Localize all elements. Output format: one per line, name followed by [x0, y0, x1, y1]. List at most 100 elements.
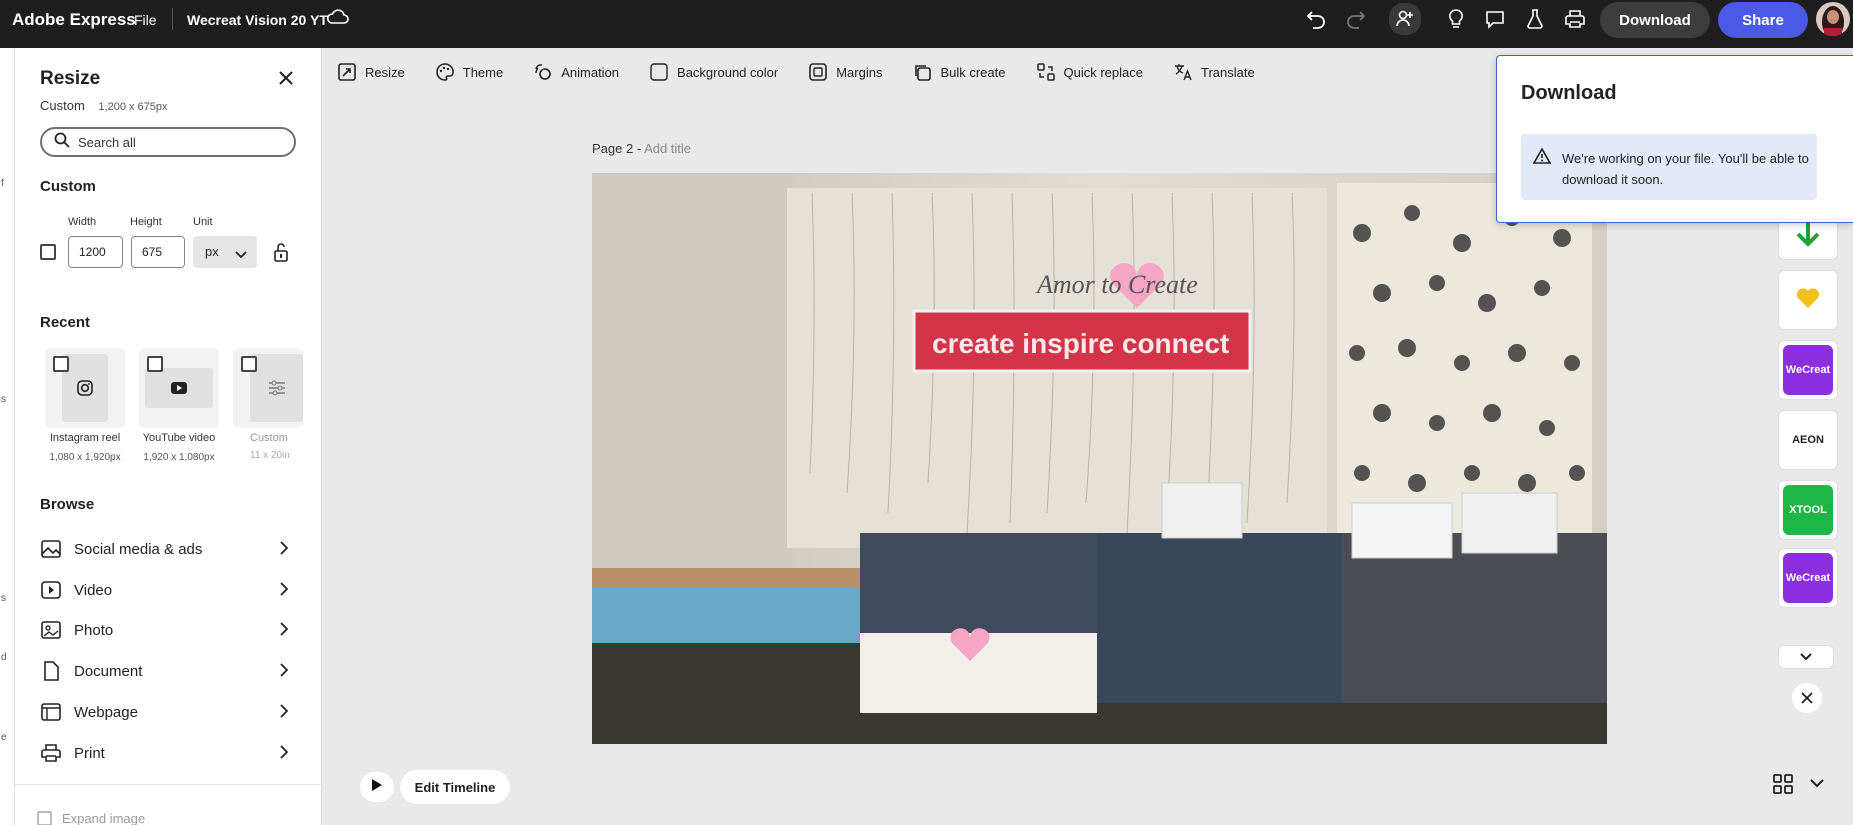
- expand-checkbox[interactable]: [37, 811, 52, 825]
- cloud-icon[interactable]: [326, 7, 352, 31]
- play-button[interactable]: [360, 772, 394, 802]
- brand-strip-collapse[interactable]: [1778, 645, 1834, 669]
- chevron-right-icon: [280, 704, 289, 722]
- expand-image-option[interactable]: Expand image: [37, 811, 145, 825]
- search-input[interactable]: Search all: [40, 127, 296, 157]
- logo-text: Amor to Create: [1035, 270, 1198, 299]
- grid-icon[interactable]: [1772, 773, 1796, 797]
- tool-quick-replace[interactable]: Quick replace: [1036, 62, 1143, 82]
- canvas-image[interactable]: Amor to Create create inspire connect: [592, 173, 1607, 744]
- tool-label: Animation: [561, 64, 620, 80]
- tool-label: Theme: [462, 64, 504, 80]
- tool-translate[interactable]: Translate: [1173, 62, 1255, 82]
- brand-tile-xtool[interactable]: XTOOL: [1778, 480, 1838, 540]
- lock-icon[interactable]: [273, 242, 289, 262]
- lightbulb-icon[interactable]: [1442, 6, 1470, 32]
- comment-icon[interactable]: [1481, 6, 1509, 32]
- tool-background-color[interactable]: Background color: [649, 62, 778, 82]
- panel-title: Resize: [40, 68, 101, 89]
- tool-margins[interactable]: Margins: [808, 62, 882, 82]
- divider: [172, 8, 173, 30]
- browse-item-print[interactable]: Print: [40, 736, 296, 770]
- browse-item-video[interactable]: Video: [40, 573, 296, 607]
- brand-tile-wecreat-2[interactable]: WeCreat: [1778, 548, 1838, 608]
- play-icon: [371, 778, 383, 797]
- edit-timeline-button[interactable]: Edit Timeline: [400, 770, 510, 804]
- share-button[interactable]: Share: [1718, 2, 1808, 38]
- browse-item-webpage[interactable]: Webpage: [40, 695, 296, 729]
- tool-resize[interactable]: Resize: [337, 62, 405, 82]
- panel-subtitle: Custom 1,200 x 675px: [40, 98, 168, 113]
- brand-tile-heart[interactable]: [1778, 270, 1838, 330]
- alert-icon: [1532, 147, 1552, 169]
- app-brand[interactable]: Adobe Express: [12, 10, 136, 30]
- chevron-down-icon[interactable]: [1810, 775, 1834, 799]
- height-field[interactable]: 675: [131, 236, 185, 268]
- redo-icon[interactable]: [1342, 6, 1370, 32]
- browse-item-photo[interactable]: Photo: [40, 613, 296, 647]
- recent-card-custom[interactable]: [233, 348, 303, 428]
- resize-panel: Resize Custom 1,200 x 675px Search all C…: [15, 48, 322, 825]
- rail-label: d: [1, 652, 7, 663]
- recent-label: YouTube video: [142, 432, 216, 444]
- search-icon: [54, 132, 70, 153]
- width-label: Width: [68, 216, 97, 228]
- download-popover: Download We're working on your file. You…: [1496, 55, 1853, 223]
- rail-label: e: [1, 732, 7, 743]
- flask-icon[interactable]: [1521, 6, 1549, 32]
- browse-label: Photo: [74, 621, 114, 639]
- recent-checkbox[interactable]: [147, 356, 163, 372]
- tool-label: Quick replace: [1063, 64, 1143, 80]
- expand-label: Expand image: [62, 811, 146, 825]
- avatar[interactable]: [1816, 2, 1850, 36]
- unit-select[interactable]: px: [193, 236, 257, 268]
- recent-checkbox[interactable]: [53, 356, 69, 372]
- rail-label: s: [1, 394, 6, 405]
- recent-heading: Recent: [40, 314, 91, 331]
- brand-tile-aeon[interactable]: AEON: [1778, 410, 1838, 470]
- close-icon[interactable]: [1792, 683, 1822, 713]
- browse-item-social-media[interactable]: Social media & ads: [40, 532, 296, 566]
- left-rail: f s s d e: [0, 48, 15, 825]
- popover-title: Download: [1521, 82, 1617, 104]
- aeon-logo: AEON: [1792, 434, 1824, 446]
- recent-card-instagram[interactable]: [45, 348, 125, 428]
- image-icon: [40, 539, 62, 559]
- tool-animation[interactable]: Animation: [533, 62, 619, 82]
- browse-label: Social media & ads: [74, 540, 203, 558]
- message-text: We're working on your file. You'll be ab…: [1562, 151, 1809, 187]
- height-label: Height: [130, 216, 162, 228]
- file-menu[interactable]: File: [134, 12, 157, 28]
- print-icon[interactable]: [1561, 6, 1589, 32]
- chevron-right-icon: [280, 582, 289, 600]
- undo-icon[interactable]: [1302, 6, 1330, 32]
- tool-theme[interactable]: Theme: [435, 62, 503, 82]
- chevron-down-icon: [235, 247, 247, 262]
- tool-label: Resize: [365, 64, 405, 80]
- heart-icon: [1796, 287, 1820, 314]
- invite-user-icon[interactable]: [1389, 3, 1421, 35]
- add-title-field[interactable]: Add title: [644, 141, 691, 156]
- unit-label: Unit: [193, 216, 213, 228]
- recent-checkbox[interactable]: [241, 356, 257, 372]
- animation-icon: [533, 62, 553, 82]
- close-icon[interactable]: [277, 69, 295, 87]
- chevron-right-icon: [280, 622, 289, 640]
- document-name[interactable]: Wecreat Vision 20 YT: [187, 12, 328, 28]
- unit-value: px: [205, 244, 219, 259]
- brand-tile-wecreat-1[interactable]: WeCreat: [1778, 340, 1838, 400]
- photo-icon: [40, 620, 62, 640]
- browse-item-document[interactable]: Document: [40, 654, 296, 688]
- page-label: Page 2 -: [592, 141, 642, 156]
- tool-bulk-create[interactable]: Bulk create: [912, 62, 1006, 82]
- translate-icon: [1173, 62, 1193, 82]
- recent-label: Instagram reel: [49, 432, 121, 444]
- chevron-down-icon: [1800, 648, 1812, 666]
- custom-checkbox[interactable]: [40, 244, 56, 260]
- youtube-icon: [145, 368, 213, 408]
- download-button[interactable]: Download: [1600, 2, 1710, 38]
- browse-label: Webpage: [74, 703, 138, 721]
- width-field[interactable]: 1200: [68, 236, 123, 268]
- palette-icon: [435, 62, 455, 82]
- recent-card-youtube[interactable]: [139, 348, 219, 428]
